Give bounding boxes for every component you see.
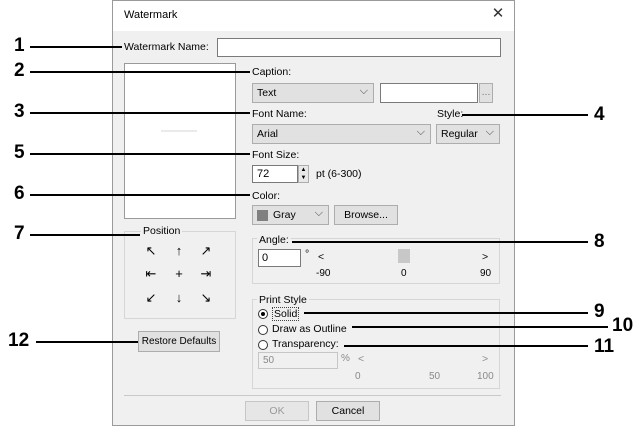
callout-3: 3 (14, 101, 25, 122)
callout-5-line (30, 153, 250, 155)
dialog-title: Watermark (124, 9, 178, 21)
angle-min-label: -90 (316, 268, 331, 279)
restore-defaults-button[interactable]: Restore Defaults (138, 331, 220, 352)
font-size-spinner[interactable]: ▲ ▼ (298, 165, 309, 183)
arrow-up-right-icon[interactable]: ↗ (199, 244, 213, 258)
font-size-value: 72 (257, 168, 270, 180)
caption-type-select[interactable]: Text ⌵ (252, 83, 374, 103)
ok-button[interactable]: OK (245, 401, 309, 421)
style-select[interactable]: Regular ⌵ (436, 124, 500, 144)
callout-1: 1 (14, 35, 25, 56)
preview-watermark-mark (161, 130, 197, 132)
position-label: Position (141, 225, 183, 237)
arrow-down-icon[interactable]: ↓ (172, 291, 186, 305)
angle-value: 0 (262, 252, 269, 264)
font-size-label: Font Size: (252, 149, 300, 161)
watermark-name-input[interactable] (217, 38, 501, 57)
close-icon[interactable]: ✕ (490, 5, 506, 23)
callout-11: 11 (594, 336, 615, 357)
font-size-range: pt (6-300) (316, 168, 362, 180)
solid-label: Solid (272, 307, 300, 321)
print-style-label: Print Style (257, 294, 309, 306)
callout-7: 7 (14, 223, 25, 244)
color-swatch (257, 210, 268, 221)
cancel-button[interactable]: Cancel (316, 401, 380, 421)
callout-6-line (30, 194, 250, 196)
browse-button[interactable]: Browse... (334, 205, 398, 225)
angle-input[interactable]: 0 (258, 249, 301, 267)
font-name-select[interactable]: Arial ⌵ (252, 124, 431, 144)
callout-10-line (352, 326, 608, 328)
callout-8-line (292, 241, 588, 243)
callout-1-line (30, 46, 122, 48)
arrow-left-icon[interactable]: ⇤ (144, 267, 158, 281)
caption-label: Caption: (252, 66, 292, 78)
callout-3-line (30, 112, 250, 114)
angle-slider-right-arrow[interactable]: > (482, 251, 488, 263)
callout-6: 6 (14, 183, 25, 204)
callout-9: 9 (594, 301, 605, 322)
callout-2: 2 (14, 60, 25, 81)
color-value: Gray (273, 209, 296, 221)
font-name-label: Font Name: (252, 108, 307, 120)
degree-symbol: ° (305, 248, 310, 260)
chevron-down-icon: ⌵ (314, 207, 323, 219)
callout-4-line (462, 114, 588, 116)
transparency-slider-left-arrow[interactable]: < (358, 353, 364, 365)
angle-slider-thumb[interactable] (398, 249, 410, 263)
arrow-up-icon[interactable]: ↑ (172, 244, 186, 258)
angle-slider-left-arrow[interactable]: < (318, 251, 324, 263)
color-label: Color: (252, 190, 281, 202)
percent-symbol: % (341, 353, 350, 364)
outline-radio[interactable] (258, 325, 268, 335)
style-value: Regular (441, 128, 478, 140)
arrow-up-left-icon[interactable]: ↖ (144, 244, 158, 258)
callout-11-line (344, 345, 588, 347)
arrow-right-icon[interactable]: ⇥ (199, 267, 213, 281)
callout-12-line (36, 341, 138, 343)
color-select[interactable]: Gray ⌵ (252, 205, 329, 225)
callout-5: 5 (14, 142, 25, 163)
caption-type-value: Text (257, 87, 277, 99)
center-icon[interactable]: + (172, 267, 186, 281)
style-label: Style: (437, 108, 464, 120)
callout-9-line (304, 312, 588, 314)
transparency-value: 50 (263, 355, 275, 366)
callout-2-line (30, 71, 250, 73)
transparency-label: Transparency: (272, 338, 339, 350)
outline-label: Draw as Outline (272, 323, 347, 335)
callout-4: 4 (594, 104, 605, 125)
bottom-separator (124, 395, 501, 396)
transparency-mid-label: 50 (429, 371, 441, 382)
callout-8: 8 (594, 231, 605, 252)
caption-browse-button[interactable]: ... (479, 83, 493, 103)
solid-radio[interactable] (258, 309, 268, 319)
font-name-value: Arial (257, 128, 279, 140)
callout-10: 10 (612, 315, 634, 336)
arrow-down-left-icon[interactable]: ↙ (144, 291, 158, 305)
angle-mid-label: 0 (401, 268, 407, 279)
arrow-down-right-icon[interactable]: ↘ (199, 291, 213, 305)
callout-7-line (30, 234, 140, 236)
transparency-min-label: 0 (355, 371, 361, 382)
watermark-name-label-text: Watermark Name: (124, 41, 209, 53)
chevron-down-icon: ⌵ (359, 85, 368, 97)
transparency-input[interactable]: 50 (258, 352, 338, 369)
callout-12: 12 (8, 330, 30, 351)
watermark-name-label: Watermark Name: (124, 41, 209, 53)
chevron-down-icon: ⌵ (416, 126, 425, 138)
transparency-max-label: 100 (477, 371, 494, 382)
transparency-radio[interactable] (258, 340, 268, 350)
chevron-down-icon: ⌵ (485, 126, 494, 138)
angle-label: Angle: (257, 234, 291, 246)
transparency-slider-right-arrow[interactable]: > (482, 353, 488, 365)
caption-text-input[interactable] (380, 83, 478, 103)
font-size-input[interactable]: 72 (252, 165, 298, 183)
angle-max-label: 90 (480, 268, 492, 279)
